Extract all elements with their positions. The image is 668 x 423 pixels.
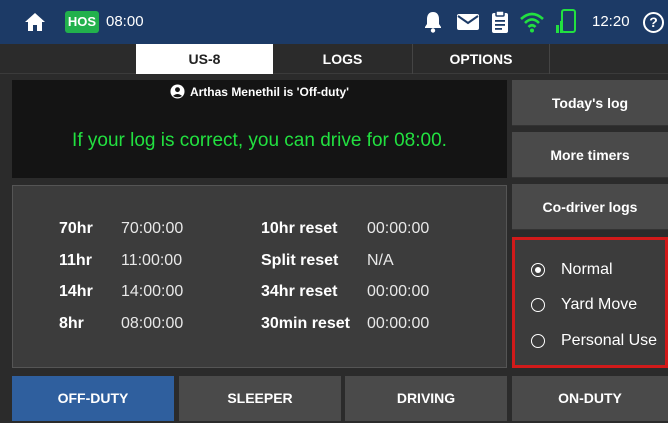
timer-label: 70hr	[59, 220, 93, 237]
timer-value: 11:00:00	[121, 252, 183, 269]
timer-value: 00:00:00	[367, 315, 430, 332]
radio-unchecked-icon[interactable]	[531, 334, 545, 348]
more-timers-button[interactable]: More timers	[512, 132, 668, 178]
tab-bar: US-8 LOGS OPTIONS	[0, 44, 668, 74]
mode-label: Yard Move	[561, 296, 638, 313]
phone-icon	[556, 9, 576, 33]
hos-time: 08:00	[106, 13, 144, 30]
timer-value: N/A	[367, 252, 394, 269]
home-icon[interactable]	[24, 12, 46, 32]
timer-value: 70:00:00	[121, 220, 184, 237]
timer-label: 11hr	[59, 252, 92, 269]
driver-message-panel: Arthas Menethil is 'Off-duty' If your lo…	[12, 80, 507, 178]
tab-logs[interactable]: LOGS	[273, 44, 413, 74]
timer-70hr: 70hr	[59, 220, 93, 238]
timer-14hr: 14hr	[59, 283, 93, 301]
clipboard-icon[interactable]	[490, 10, 510, 34]
sleeper-button[interactable]: SLEEPER	[179, 376, 341, 421]
timer-value: 00:00:00	[367, 283, 430, 300]
radio-unchecked-icon[interactable]	[531, 298, 545, 312]
timer-label: 14hr	[59, 283, 93, 300]
todays-log-button[interactable]: Today's log	[512, 80, 668, 126]
timers-panel: 70hr 70:00:00 11hr 11:00:00 14hr 14:00:0…	[12, 185, 507, 368]
radio-checked-icon[interactable]	[531, 263, 545, 277]
timer-value: 14:00:00	[121, 283, 184, 300]
driver-status-text: Arthas Menethil is 'Off-duty'	[189, 85, 350, 99]
co-driver-logs-button[interactable]: Co-driver logs	[512, 184, 668, 230]
mode-label: Personal Use	[561, 332, 658, 349]
mail-icon[interactable]	[456, 11, 480, 33]
hos-badge[interactable]: HOS	[65, 11, 99, 33]
tab-us8[interactable]: US-8	[136, 44, 273, 74]
drive-time-message: If your log is correct, you can drive fo…	[72, 130, 447, 151]
tab-options[interactable]: OPTIONS	[413, 44, 550, 74]
timer-11hr: 11hr	[59, 252, 92, 270]
off-duty-button[interactable]: OFF-DUTY	[12, 376, 174, 421]
bell-icon[interactable]	[423, 11, 443, 33]
on-duty-button[interactable]: ON-DUTY	[512, 376, 668, 421]
drive-mode-group: Normal Yard Move Personal Use	[512, 237, 668, 368]
clock-time: 12:20	[592, 13, 630, 30]
mode-label: Normal	[561, 261, 613, 278]
timer-label: 10hr reset	[261, 220, 338, 237]
driving-button[interactable]: DRIVING	[345, 376, 507, 421]
timer-label: Split reset	[261, 252, 339, 269]
timer-label: 34hr reset	[261, 283, 338, 300]
driver-status-line: Arthas Menethil is 'Off-duty'	[12, 84, 507, 99]
timer-8hr: 8hr	[59, 315, 84, 333]
wifi-icon	[520, 12, 544, 33]
user-icon	[170, 84, 185, 99]
timer-label: 30min reset	[261, 315, 350, 332]
status-bar: HOS 08:00 12:20 ?	[0, 0, 668, 44]
timer-value: 00:00:00	[367, 220, 430, 237]
timer-value: 08:00:00	[121, 315, 184, 332]
timer-label: 8hr	[59, 315, 84, 332]
help-icon[interactable]: ?	[643, 12, 664, 33]
